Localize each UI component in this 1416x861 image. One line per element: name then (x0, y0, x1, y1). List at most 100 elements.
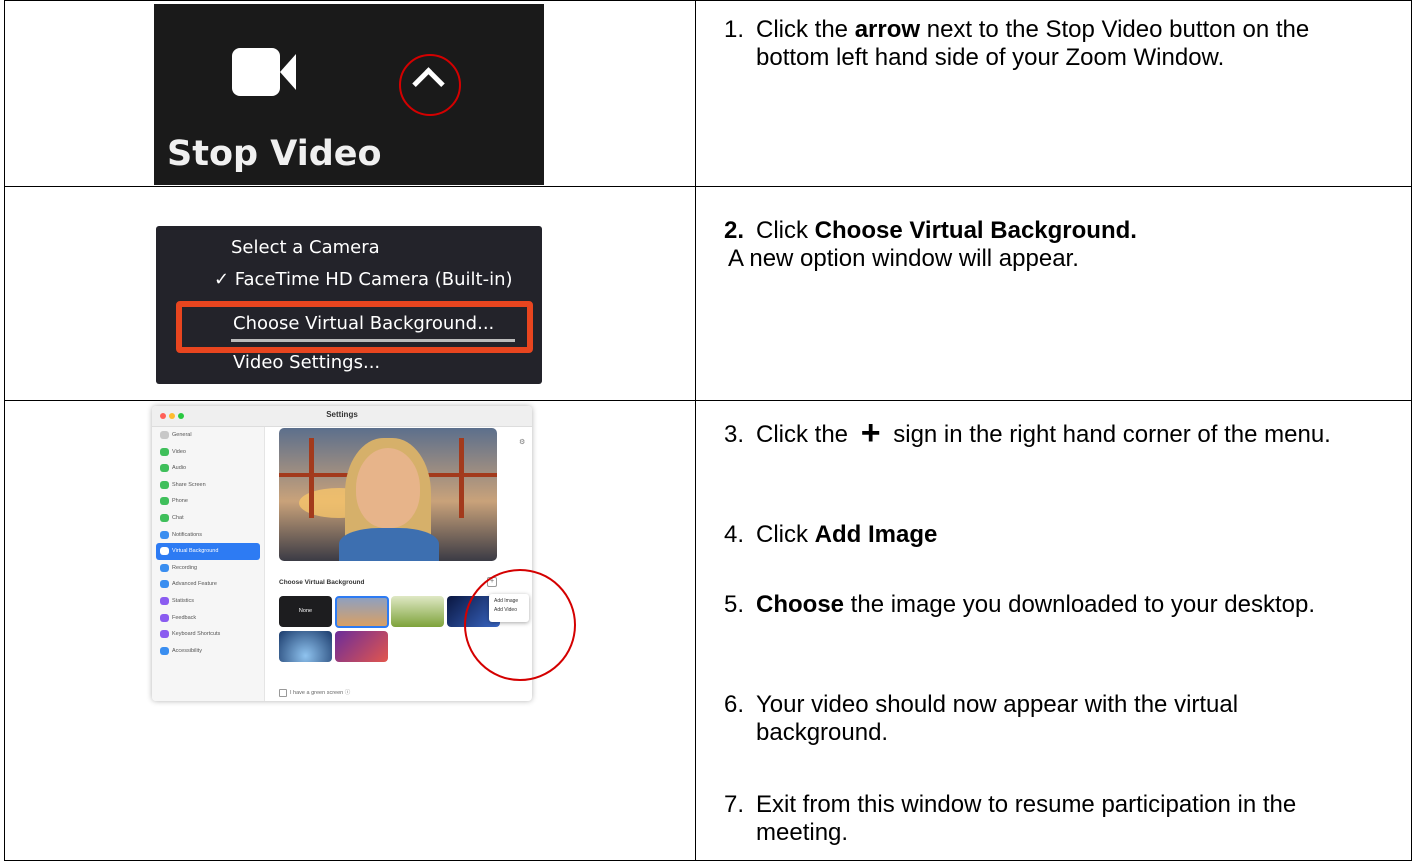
camera-menu-screenshot: Select a Camera ✓ FaceTime HD Camera (Bu… (156, 226, 542, 384)
highlight-circle (464, 569, 576, 681)
sidebar-item-label: Phone (172, 498, 188, 505)
sidebar-item: Audio (152, 460, 264, 477)
step-bold: Choose Virtual Background. (814, 217, 1137, 244)
sidebar-item: Statistics (152, 593, 264, 610)
sidebar-item-label: Feedback (172, 614, 197, 621)
step-row-2: Select a Camera ✓ FaceTime HD Camera (Bu… (4, 186, 1412, 401)
green-screen-label: I have a green screen (290, 690, 344, 696)
bridge-tower (309, 438, 314, 518)
sidebar-item-icon (160, 630, 169, 639)
background-preview (279, 428, 497, 561)
step-number: 7. (724, 791, 745, 818)
sidebar-item: Keyboard Shortcuts (152, 626, 264, 643)
step-number: 4. (724, 521, 745, 548)
person-face (356, 448, 420, 528)
thumb-earth (279, 631, 332, 662)
stop-video-label: Stop Video (167, 134, 382, 174)
sidebar-item: Notifications (152, 527, 264, 544)
sidebar-item-label: General (172, 432, 192, 438)
thumb-grass (391, 596, 444, 627)
sidebar-item-label: Video (172, 448, 186, 455)
stop-video-screenshot: Stop Video (154, 4, 544, 185)
highlight-circle (399, 54, 461, 116)
step-number: 5. (724, 591, 745, 618)
thumb-golden-gate (335, 596, 389, 628)
sidebar-item: Advanced Feature (152, 576, 264, 593)
sidebar-item-icon (160, 464, 169, 473)
sidebar-item: Video (152, 444, 264, 461)
section-label: Choose Virtual Background (279, 579, 365, 586)
video-camera-icon (232, 48, 280, 96)
checkbox-icon (279, 688, 287, 697)
step-4: 4. Click Add Image (724, 521, 1356, 549)
sidebar-item-label: Notifications (172, 531, 202, 538)
instructions-table: Stop Video 1. Click the arrow next to th… (4, 0, 1412, 861)
sidebar-item-icon (160, 447, 169, 456)
menu-divider (231, 339, 515, 342)
sidebar-item-icon (160, 530, 169, 539)
sidebar-item: Virtual Background (156, 543, 260, 560)
sidebar-item-icon (160, 613, 169, 622)
step-number: 6. (724, 691, 745, 718)
step-bold: Choose (756, 591, 845, 618)
step-7: 7. Exit from this window to resume parti… (724, 791, 1356, 847)
menu-item-video-settings: Video Settings... (233, 352, 381, 373)
step-row-3: Settings General Video Audio Share Screen Ph… (4, 400, 1412, 861)
sidebar-item-label: Statistics (172, 597, 195, 604)
menu-item-choose-background: Choose Virtual Background... (233, 313, 495, 334)
step-text: Exit from this window to resume particip… (756, 791, 1297, 846)
step-2: 2. Click Choose Virtual Background. A ne… (724, 217, 1356, 273)
sidebar-item: Phone (152, 493, 264, 510)
image-cell-3: Settings General Video Audio Share Screen Ph… (4, 400, 696, 861)
sidebar-item-icon (160, 563, 169, 572)
sidebar-item: Feedback (152, 610, 264, 627)
step-text: A new option window will appear. (728, 245, 1079, 272)
sidebar-item-icon (160, 431, 169, 439)
sidebar-item-icon (160, 646, 169, 655)
step-text: Click (756, 521, 815, 548)
step-6: 6. Your video should now appear with the… (724, 691, 1356, 747)
step-bold: Add Image (814, 521, 938, 548)
sidebar-item-icon (160, 497, 169, 506)
person-body (339, 528, 439, 561)
step-number: 2. (724, 217, 745, 244)
sidebar-item-label: Advanced Feature (172, 581, 217, 588)
step-row-1: Stop Video 1. Click the arrow next to th… (4, 0, 1412, 187)
sidebar-item: Accessibility (152, 643, 264, 660)
sidebar-item-icon (160, 480, 169, 489)
text-cell-3: 3. Click the + sign in the right hand co… (695, 400, 1412, 861)
sidebar-item: Chat (152, 510, 264, 527)
image-cell-1: Stop Video (4, 0, 696, 187)
sidebar-item-icon (160, 513, 169, 522)
window-titlebar: Settings (152, 406, 532, 427)
step-5: 5. Choose the image you downloaded to yo… (724, 591, 1356, 619)
sidebar-item-label: Accessibility (172, 647, 202, 654)
step-text: Your video should now appear with the vi… (756, 691, 1239, 746)
sidebar-item-icon (160, 596, 169, 605)
step-text: Click (756, 217, 815, 244)
camera-lens-icon (280, 54, 296, 90)
step-text: Click the (756, 16, 855, 43)
sidebar-item-label: Recording (172, 564, 198, 571)
sidebar-item-label: Keyboard Shortcuts (172, 631, 221, 638)
image-cell-2: Select a Camera ✓ FaceTime HD Camera (Bu… (4, 186, 696, 401)
sidebar-item-icon (160, 547, 169, 556)
text-cell-2: 2. Click Choose Virtual Background. A ne… (695, 186, 1412, 401)
window-title: Settings (326, 410, 358, 419)
step-text: sign in the right hand corner of the men… (893, 421, 1331, 448)
sidebar-item: Recording (152, 560, 264, 577)
step-text: the image you downloaded to your desktop… (844, 591, 1315, 618)
sidebar-item-label: Chat (172, 514, 184, 521)
menu-item-camera: ✓ FaceTime HD Camera (Built-in) (214, 269, 513, 290)
sidebar-item: Share Screen (152, 477, 264, 494)
sidebar-item-icon (160, 580, 169, 589)
bridge-tower (459, 438, 464, 518)
thumb-none: None (279, 596, 332, 627)
sidebar-item-label: Share Screen (172, 481, 206, 488)
thumb-gradient (335, 631, 388, 662)
step-text: Click the (756, 421, 849, 448)
step-bold: arrow (854, 16, 921, 43)
plus-sign-icon: + (860, 414, 881, 452)
step-number: 1. (724, 16, 745, 43)
step-3: 3. Click the + sign in the right hand co… (724, 416, 1356, 450)
